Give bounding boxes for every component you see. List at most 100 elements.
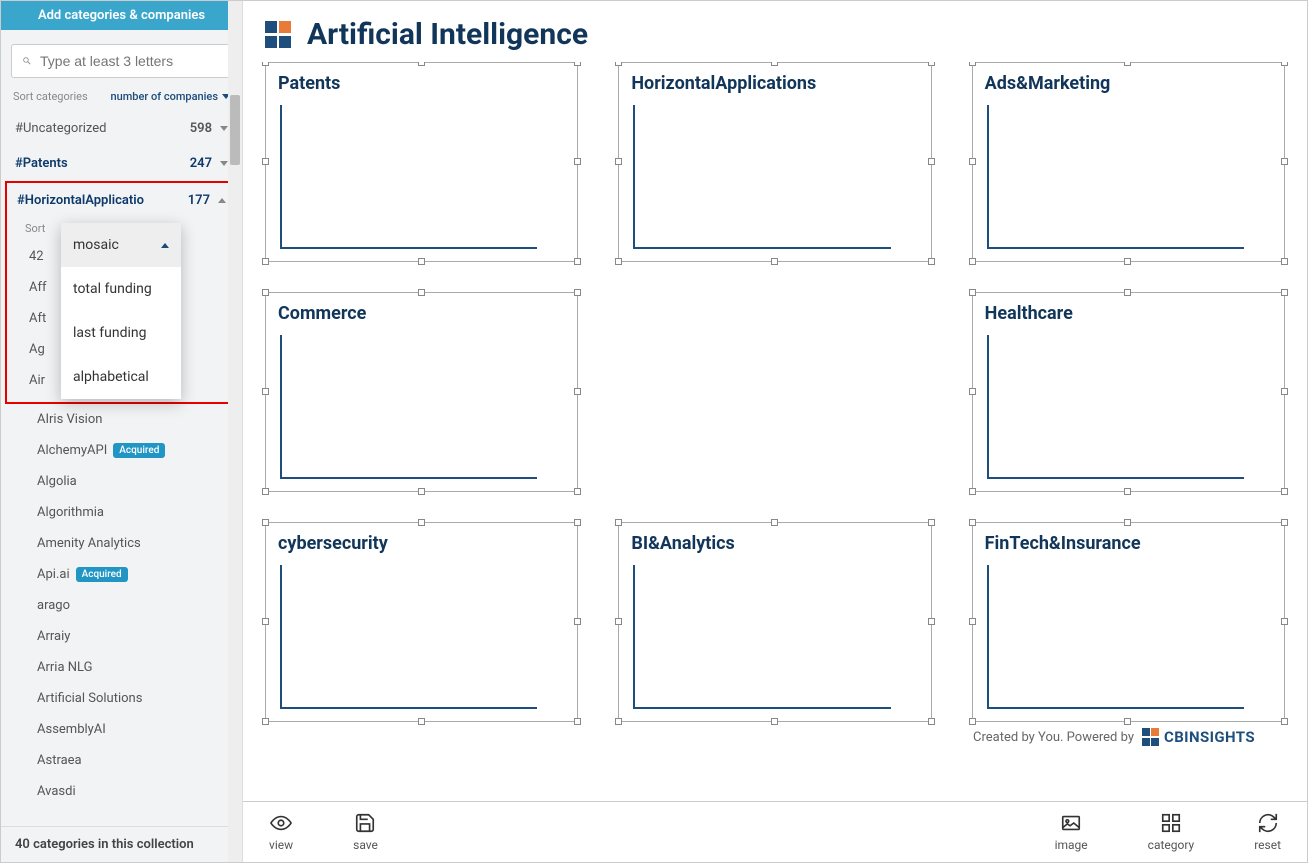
list-item[interactable]: AlchemyAPIAcquired [37, 435, 242, 466]
category-card[interactable]: BI&Analytics [618, 522, 931, 722]
resize-handle[interactable] [574, 519, 581, 526]
category-card[interactable]: Commerce [265, 292, 578, 492]
resize-handle[interactable] [969, 718, 976, 725]
resize-handle[interactable] [969, 158, 976, 165]
dropdown-option[interactable]: mosaic [61, 223, 181, 267]
resize-handle[interactable] [771, 62, 778, 66]
category-card[interactable]: Healthcare [972, 292, 1285, 492]
category-card[interactable]: HorizontalApplications [618, 62, 931, 262]
resize-handle[interactable] [574, 62, 581, 66]
resize-handle[interactable] [969, 258, 976, 265]
resize-handle[interactable] [969, 488, 976, 495]
category-list[interactable]: #Uncategorized 598 #Patents 247 #Horizon… [1, 111, 242, 826]
resize-handle[interactable] [969, 289, 976, 296]
resize-handle[interactable] [418, 718, 425, 725]
list-item[interactable]: AssemblyAI [37, 714, 242, 745]
list-item[interactable]: Algolia [37, 466, 242, 497]
resize-handle[interactable] [969, 618, 976, 625]
resize-handle[interactable] [262, 718, 269, 725]
resize-handle[interactable] [262, 519, 269, 526]
search-input-wrap[interactable] [11, 44, 232, 78]
resize-handle[interactable] [615, 258, 622, 265]
save-button[interactable]: save [353, 812, 378, 852]
list-item[interactable]: Avasdi [37, 776, 242, 807]
resize-handle[interactable] [574, 618, 581, 625]
resize-handle[interactable] [262, 488, 269, 495]
resize-handle[interactable] [1124, 258, 1131, 265]
list-item[interactable]: Api.aiAcquired [37, 559, 242, 590]
resize-handle[interactable] [1281, 62, 1288, 66]
resize-handle[interactable] [928, 258, 935, 265]
resize-handle[interactable] [1281, 488, 1288, 495]
resize-handle[interactable] [928, 158, 935, 165]
resize-handle[interactable] [1124, 718, 1131, 725]
resize-handle[interactable] [574, 289, 581, 296]
resize-handle[interactable] [1281, 388, 1288, 395]
resize-handle[interactable] [1124, 488, 1131, 495]
list-item[interactable]: Artificial Solutions [37, 683, 242, 714]
category-item-horizontal[interactable]: #HorizontalApplicatio 177 [7, 185, 236, 216]
category-card[interactable]: Patents [265, 62, 578, 262]
list-item[interactable]: Astraea [37, 745, 242, 776]
resize-handle[interactable] [1124, 62, 1131, 66]
resize-handle[interactable] [1281, 158, 1288, 165]
resize-handle[interactable] [771, 519, 778, 526]
resize-handle[interactable] [928, 718, 935, 725]
category-card[interactable]: Ads&Marketing [972, 62, 1285, 262]
resize-handle[interactable] [771, 258, 778, 265]
dropdown-option[interactable]: last funding [61, 311, 181, 355]
resize-handle[interactable] [969, 62, 976, 66]
resize-handle[interactable] [928, 618, 935, 625]
category-card[interactable]: FinTech&Insurance [972, 522, 1285, 722]
reset-button[interactable]: reset [1254, 812, 1281, 852]
resize-handle[interactable] [1281, 289, 1288, 296]
list-item[interactable]: Amenity Analytics [37, 528, 242, 559]
resize-handle[interactable] [969, 519, 976, 526]
resize-handle[interactable] [1124, 519, 1131, 526]
list-item[interactable]: Algorithmia [37, 497, 242, 528]
resize-handle[interactable] [262, 388, 269, 395]
resize-handle[interactable] [928, 62, 935, 66]
resize-handle[interactable] [262, 289, 269, 296]
resize-handle[interactable] [615, 62, 622, 66]
resize-handle[interactable] [418, 62, 425, 66]
resize-handle[interactable] [262, 62, 269, 66]
resize-handle[interactable] [615, 158, 622, 165]
resize-handle[interactable] [418, 289, 425, 296]
resize-handle[interactable] [418, 488, 425, 495]
resize-handle[interactable] [615, 519, 622, 526]
view-button[interactable]: view [269, 812, 293, 852]
resize-handle[interactable] [1281, 718, 1288, 725]
resize-handle[interactable] [418, 519, 425, 526]
sidebar-header[interactable]: Add categories & companies [1, 1, 242, 30]
resize-handle[interactable] [262, 258, 269, 265]
category-button[interactable]: category [1148, 812, 1195, 852]
sort-dropdown[interactable]: number of companies [110, 90, 230, 103]
dropdown-option[interactable]: total funding [61, 267, 181, 311]
dropdown-option[interactable]: alphabetical [61, 355, 181, 399]
resize-handle[interactable] [262, 158, 269, 165]
resize-handle[interactable] [771, 718, 778, 725]
resize-handle[interactable] [574, 258, 581, 265]
category-item-uncategorized[interactable]: #Uncategorized 598 [1, 111, 242, 146]
list-item[interactable]: arago [37, 590, 242, 621]
resize-handle[interactable] [615, 718, 622, 725]
search-input[interactable] [40, 53, 221, 69]
resize-handle[interactable] [1124, 289, 1131, 296]
image-button[interactable]: image [1055, 812, 1088, 852]
resize-handle[interactable] [1281, 618, 1288, 625]
resize-handle[interactable] [574, 718, 581, 725]
resize-handle[interactable] [928, 519, 935, 526]
resize-handle[interactable] [574, 388, 581, 395]
category-card[interactable]: cybersecurity [265, 522, 578, 722]
resize-handle[interactable] [969, 388, 976, 395]
scrollbar[interactable] [228, 1, 242, 862]
resize-handle[interactable] [574, 488, 581, 495]
list-item[interactable]: Arraiy [37, 621, 242, 652]
list-item[interactable]: AIris Vision [37, 404, 242, 435]
list-item[interactable]: Arria NLG [37, 652, 242, 683]
category-item-patents[interactable]: #Patents 247 [1, 146, 242, 181]
resize-handle[interactable] [1281, 519, 1288, 526]
resize-handle[interactable] [418, 258, 425, 265]
resize-handle[interactable] [1281, 258, 1288, 265]
